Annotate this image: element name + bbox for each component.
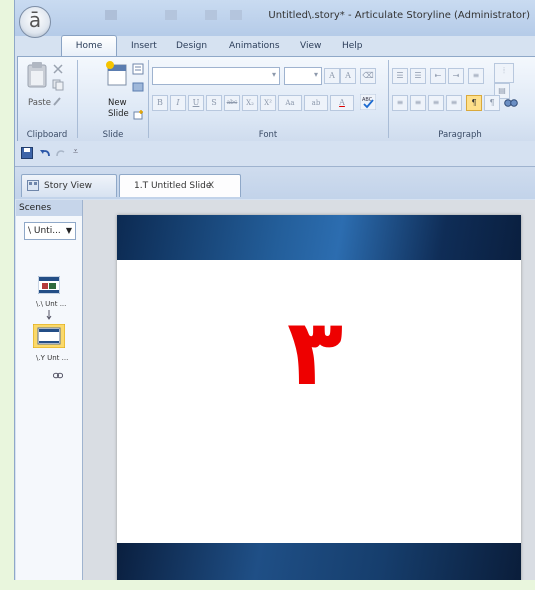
- align-center-icon[interactable]: ≡: [410, 95, 426, 111]
- align-left-icon[interactable]: ≡: [392, 95, 408, 111]
- text-direction-icon[interactable]: ⦙: [494, 63, 514, 83]
- slide-group-label: Slide: [102, 130, 124, 140]
- font-size-combo[interactable]: ▾: [284, 67, 322, 85]
- tab-story-view[interactable]: Story View: [21, 174, 117, 197]
- spelling-icon[interactable]: ABC: [360, 94, 376, 110]
- subscript-button[interactable]: X₂: [242, 95, 258, 111]
- tab-view[interactable]: View: [300, 36, 321, 56]
- link-icon: [53, 372, 63, 379]
- justify-icon[interactable]: ≡: [446, 95, 462, 111]
- slide-thumbnail-label: \.\ Unt ...: [36, 300, 67, 308]
- italic-button[interactable]: I: [170, 95, 186, 111]
- titlebar-decoration-icon: [105, 10, 242, 20]
- strikethrough-button[interactable]: abc: [224, 95, 240, 111]
- slide-number-text[interactable]: ٣: [287, 307, 343, 399]
- document-tab-bar: Story View 1.T Untitled Slide X: [15, 166, 535, 199]
- tab-untitled-slide-label: 1.T Untitled Slide: [134, 181, 212, 191]
- format-painter-icon[interactable]: [52, 95, 64, 107]
- chevron-down-icon[interactable]: ▾: [272, 70, 276, 79]
- slide-thumbnail-selected[interactable]: [33, 324, 65, 348]
- customize-qat-icon[interactable]: ⩡: [73, 146, 78, 157]
- tab-design[interactable]: Design: [176, 36, 207, 56]
- slide-header-band: [117, 215, 521, 260]
- cut-icon[interactable]: [52, 63, 64, 75]
- window-title: Untitled\.story* - Articulate Storyline …: [268, 10, 530, 21]
- tab-insert[interactable]: Insert: [131, 36, 157, 56]
- scene-select[interactable]: \ Unti... ▼: [24, 222, 76, 240]
- scenes-panel: Scenes \ Unti... ▼ \.\ Unt ... \.Y Unt .…: [16, 200, 83, 580]
- font-color-button[interactable]: A: [330, 95, 354, 111]
- bullets-icon[interactable]: ☰: [392, 68, 408, 84]
- font-name-combo[interactable]: ▾: [152, 67, 280, 85]
- grow-font-icon[interactable]: A: [324, 68, 340, 84]
- clear-format-icon[interactable]: ⌫: [360, 68, 376, 84]
- save-icon[interactable]: [21, 147, 33, 159]
- undo-icon[interactable]: [39, 147, 51, 159]
- ribbon-home: Paste Clipboard New Slide Slide ▾ ▾ A A …: [17, 56, 535, 142]
- new-slide-label[interactable]: New: [108, 98, 127, 108]
- ribbon-separator: [148, 60, 149, 138]
- quick-access-toolbar: ⩡: [15, 141, 535, 166]
- font-group-label: Font: [258, 130, 278, 140]
- slide-thumbnail[interactable]: [38, 276, 60, 294]
- numbering-icon[interactable]: ☰: [410, 68, 426, 84]
- copy-icon[interactable]: [52, 79, 64, 91]
- slide-thumbnail-label: \.Y Unt ...: [36, 354, 69, 362]
- close-icon[interactable]: X: [208, 175, 214, 197]
- decrease-indent-icon[interactable]: ⇤: [430, 68, 446, 84]
- shrink-font-icon[interactable]: A: [340, 68, 356, 84]
- bold-button[interactable]: B: [152, 95, 168, 111]
- tab-untitled-slide[interactable]: 1.T Untitled Slide X: [119, 174, 241, 197]
- superscript-button[interactable]: X²: [260, 95, 276, 111]
- add-slide-icon[interactable]: [132, 109, 144, 121]
- clipboard-group: Paste Clipboard: [18, 57, 78, 141]
- chevron-down-icon[interactable]: ▾: [314, 70, 318, 79]
- tab-home[interactable]: Home: [61, 35, 117, 58]
- new-slide-icon[interactable]: [106, 61, 128, 87]
- font-group: ▾ ▾ A A ⌫ B I U S abc X₂ X² Aa ab A ABC: [150, 57, 386, 141]
- rtl-icon[interactable]: ¶: [466, 95, 482, 111]
- paste-button-label[interactable]: Paste: [28, 98, 51, 108]
- scenes-header: Scenes: [16, 200, 82, 216]
- ribbon-separator: [388, 60, 389, 138]
- connector-arrow-icon: [46, 310, 52, 320]
- chevron-down-icon[interactable]: ▼: [66, 223, 72, 239]
- slide-stage: ٣: [83, 200, 535, 580]
- clipboard-group-label: Clipboard: [26, 130, 68, 140]
- new-slide-label-2[interactable]: Slide: [108, 109, 129, 119]
- title-bar: ā Untitled\.story* - Articulate Storylin…: [15, 0, 535, 38]
- slide-canvas[interactable]: ٣: [117, 215, 521, 580]
- paragraph-group: ☰ ☰ ⇤ ⇥ ≡ ⦙ ▤ ≡ ≡ ≡ ≡ ¶ ¶ Paragraph: [390, 57, 535, 141]
- find-icon[interactable]: [504, 95, 518, 109]
- slide-screen-icon[interactable]: [132, 81, 144, 93]
- story-view-icon: [27, 180, 39, 191]
- paste-icon[interactable]: [26, 61, 48, 89]
- tab-animations[interactable]: Animations: [229, 36, 280, 56]
- layout-icon[interactable]: [132, 63, 144, 75]
- line-spacing-icon[interactable]: ≡: [468, 68, 484, 84]
- tab-help[interactable]: Help: [342, 36, 363, 56]
- ltr-icon[interactable]: ¶: [484, 95, 500, 111]
- highlight-button[interactable]: ab: [304, 95, 328, 111]
- slide-footer-band: [117, 543, 521, 580]
- change-case-button[interactable]: Aa: [278, 95, 302, 111]
- application-button[interactable]: ā: [19, 6, 51, 38]
- shadow-button[interactable]: S: [206, 95, 222, 111]
- storyline-window: ā Untitled\.story* - Articulate Storylin…: [14, 0, 535, 580]
- paragraph-group-label: Paragraph: [438, 130, 482, 140]
- tab-story-view-label: Story View: [44, 181, 92, 191]
- slide-group: New Slide Slide: [78, 57, 148, 141]
- scene-select-value: \ Unti...: [28, 226, 61, 236]
- align-right-icon[interactable]: ≡: [428, 95, 444, 111]
- increase-indent-icon[interactable]: ⇥: [448, 68, 464, 84]
- underline-button[interactable]: U: [188, 95, 204, 111]
- redo-icon[interactable]: [55, 147, 67, 159]
